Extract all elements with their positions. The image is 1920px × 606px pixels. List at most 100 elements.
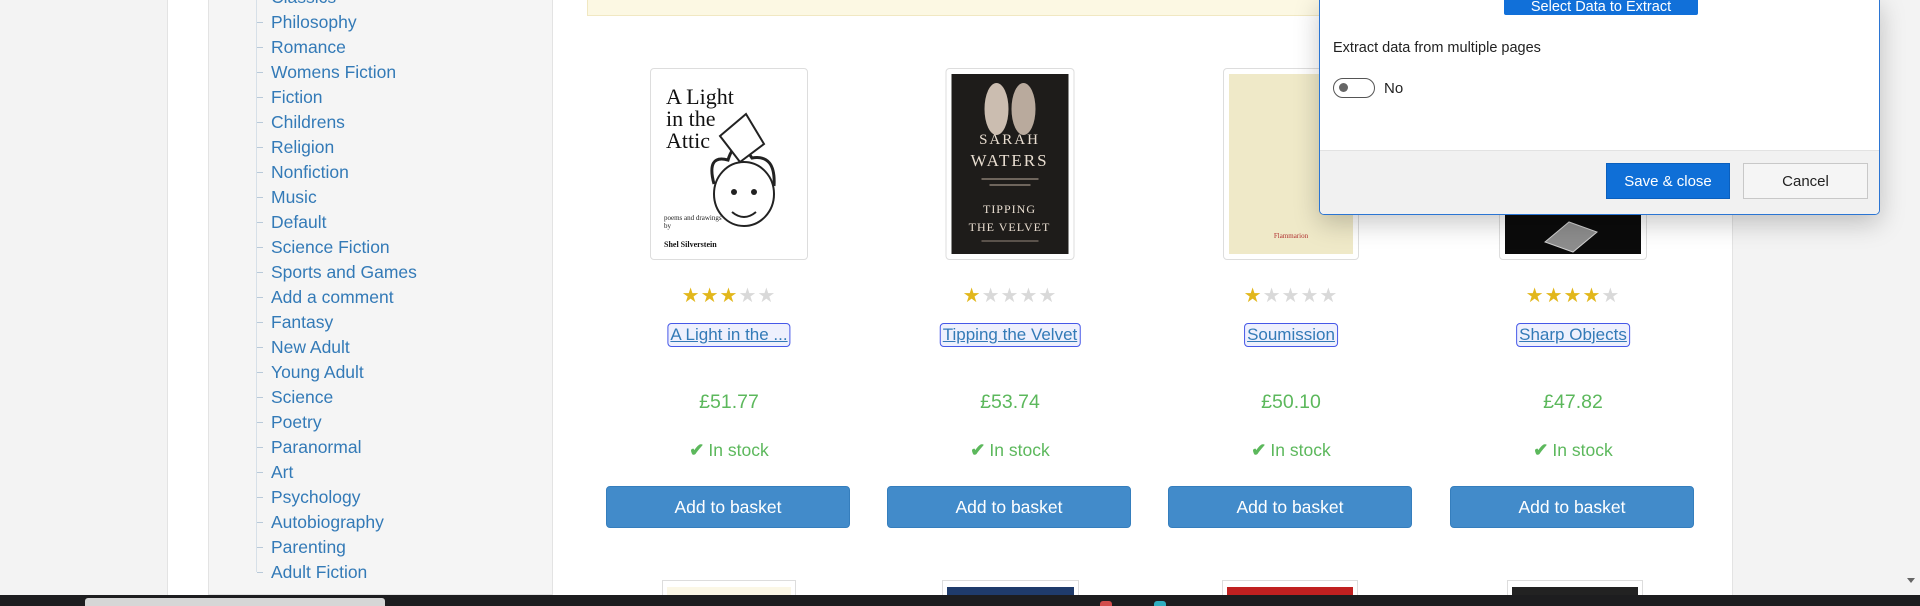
cover-title-line: TIPPING [983, 202, 1036, 216]
book-cover[interactable]: SARAH WATERS TIPPING THE VELVET [945, 68, 1075, 260]
star-icon: ★ [981, 285, 1001, 307]
product-price: £47.82 [1543, 391, 1603, 413]
availability: ✔ In stock [606, 440, 852, 461]
availability: ✔ In stock [887, 440, 1133, 461]
add-to-basket-button[interactable]: Add to basket [887, 486, 1131, 528]
category-link[interactable]: Default [245, 197, 417, 235]
category-link[interactable]: Childrens [245, 97, 417, 135]
scroll-down-arrow-icon[interactable] [1907, 578, 1915, 583]
taskbar-app-icon[interactable] [1154, 601, 1166, 606]
category-link[interactable]: Sports and Games [245, 247, 417, 285]
star-icon: ★ [1544, 285, 1564, 307]
category-link[interactable]: Adult Fiction [245, 547, 417, 585]
category-link[interactable]: Nonfiction [245, 147, 417, 185]
category-link[interactable]: Science Fiction [245, 222, 417, 260]
product-price: £51.77 [699, 391, 759, 413]
star-rating: ★★★★★ [1450, 286, 1696, 306]
star-icon: ★ [1243, 285, 1263, 307]
multi-page-label: Extract data from multiple pages [1333, 40, 1541, 56]
availability-text: In stock [1270, 440, 1331, 460]
toggle-state-label: No [1384, 80, 1404, 97]
category-link[interactable]: Add a comment [245, 272, 417, 310]
book-cover[interactable]: A Light in the Attic poems and drawings … [650, 68, 808, 260]
dialog-footer: Save & close Cancel [1320, 150, 1879, 214]
category-link[interactable]: Paranormal [245, 422, 417, 460]
taskbar [0, 595, 1920, 606]
product-card: A Light in the Attic poems and drawings … [606, 68, 852, 528]
cover-author: WATERS [970, 151, 1048, 170]
category-link[interactable]: Romance [245, 22, 417, 60]
cover-subtitle: poems and drawings by [664, 214, 722, 230]
category-link[interactable]: New Adult [245, 322, 417, 360]
star-icon: ★ [1563, 285, 1583, 307]
star-icon: ★ [700, 285, 720, 307]
availability-text: In stock [1552, 440, 1613, 460]
check-icon: ✔ [1251, 440, 1267, 460]
category-link[interactable]: Parenting [245, 522, 417, 560]
add-to-basket-button[interactable]: Add to basket [1450, 486, 1694, 528]
category-link[interactable]: Womens Fiction [245, 47, 417, 85]
category-link[interactable]: Art [245, 447, 417, 485]
star-rating: ★★★★★ [606, 286, 852, 306]
check-icon: ✔ [1533, 440, 1549, 460]
category-link[interactable]: Philosophy [245, 0, 417, 35]
star-icon: ★ [1281, 285, 1301, 307]
product-price: £53.74 [980, 391, 1040, 413]
cover-author: Shel Silverstein [664, 240, 717, 249]
category-link[interactable]: Fiction [245, 72, 417, 110]
star-icon: ★ [1019, 285, 1039, 307]
availability-text: In stock [989, 440, 1050, 460]
category-link[interactable]: Psychology [245, 472, 417, 510]
category-link[interactable]: Science [245, 372, 417, 410]
category-list: Classics Philosophy Romance Womens Ficti… [245, 0, 417, 585]
star-rating: ★★★★★ [1168, 286, 1414, 306]
category-link[interactable]: Autobiography [245, 497, 417, 535]
select-data-button[interactable]: Select Data to Extract [1504, 0, 1698, 15]
book-cover-image: A Light in the Attic poems and drawings … [656, 74, 802, 254]
category-link[interactable]: Religion [245, 122, 417, 160]
sidebar: Classics Philosophy Romance Womens Ficti… [208, 0, 553, 595]
cover-title-line: Attic [666, 128, 710, 153]
star-icon: ★ [681, 285, 701, 307]
taskbar-app-icon[interactable] [1100, 601, 1112, 606]
add-to-basket-button[interactable]: Add to basket [1168, 486, 1412, 528]
product-title-link[interactable]: Tipping the Velvet [939, 323, 1081, 347]
availability: ✔ In stock [1168, 440, 1414, 461]
star-icon: ★ [1582, 285, 1602, 307]
product-card: SARAH WATERS TIPPING THE VELVET ★★★★★ Ti… [887, 68, 1133, 528]
taskbar-search[interactable] [85, 598, 385, 606]
star-icon: ★ [1038, 285, 1058, 307]
book-cover-image: SARAH WATERS TIPPING THE VELVET [951, 74, 1069, 254]
product-title-link[interactable]: A Light in the ... [667, 323, 791, 347]
star-icon: ★ [719, 285, 739, 307]
cover-author: SARAH [979, 132, 1040, 148]
availability: ✔ In stock [1450, 440, 1696, 461]
star-icon: ★ [1262, 285, 1282, 307]
extraction-settings-dialog: Select Data to Extract Extract data from… [1319, 0, 1880, 215]
product-price: £50.10 [1261, 391, 1321, 413]
page-container: Classics Philosophy Romance Womens Ficti… [167, 0, 1880, 601]
star-icon: ★ [962, 285, 982, 307]
check-icon: ✔ [689, 440, 705, 460]
category-link[interactable]: Music [245, 172, 417, 210]
star-icon: ★ [757, 285, 777, 307]
star-icon: ★ [1601, 285, 1621, 307]
product-title-link[interactable]: Soumission [1244, 323, 1338, 347]
category-link[interactable]: Classics [245, 0, 417, 10]
star-icon: ★ [738, 285, 758, 307]
star-icon: ★ [1300, 285, 1320, 307]
category-link[interactable]: Fantasy [245, 297, 417, 335]
category-link[interactable]: Young Adult [245, 347, 417, 385]
product-title-link[interactable]: Sharp Objects [1516, 323, 1630, 347]
add-to-basket-button[interactable]: Add to basket [606, 486, 850, 528]
check-icon: ✔ [970, 440, 986, 460]
toggle-knob [1339, 83, 1348, 92]
save-close-button[interactable]: Save & close [1606, 163, 1730, 199]
star-icon: ★ [1000, 285, 1020, 307]
cancel-button[interactable]: Cancel [1743, 163, 1868, 199]
star-rating: ★★★★★ [887, 286, 1133, 306]
cover-publisher: Flammarion [1274, 232, 1309, 240]
multi-page-toggle[interactable] [1333, 78, 1375, 98]
category-link[interactable]: Poetry [245, 397, 417, 435]
availability-text: In stock [708, 440, 769, 460]
